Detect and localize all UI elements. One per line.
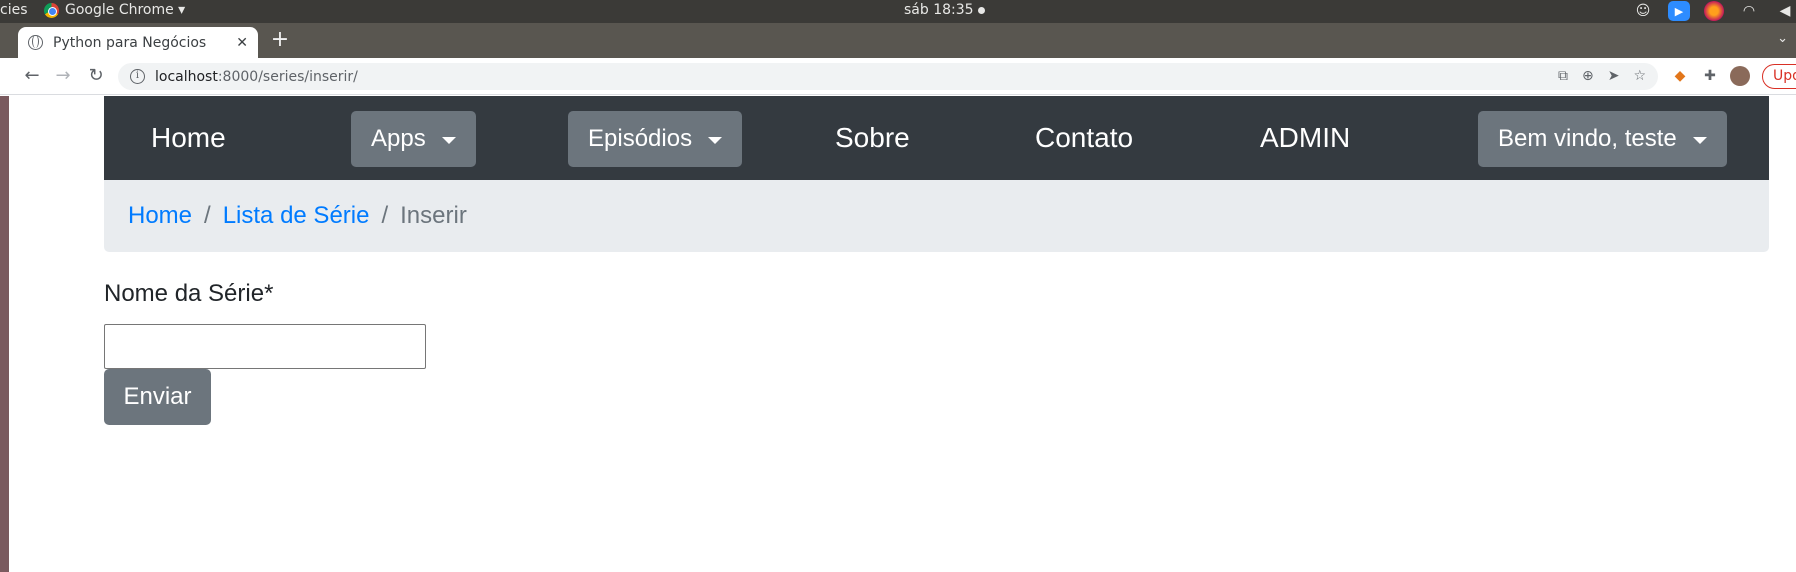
bookmark-star-icon[interactable]: ☆ [1633,68,1646,84]
forward-icon[interactable]: → [51,65,75,89]
serie-name-input[interactable] [104,324,426,369]
page-viewport: Home Apps Episódios Sobre Contato ADMIN … [0,96,1796,572]
tab-title: Python para Negócios [53,34,207,51]
profile-avatar[interactable] [1730,66,1750,86]
site-navbar: Home Apps Episódios Sobre Contato ADMIN … [104,96,1769,180]
browser-toolbar: ← → ↻ i localhost:8000/series/inserir/ ⧉… [0,58,1796,95]
system-tray: ☺ ▶ ◠ ◀ [1632,1,1796,21]
url-path: :8000/series/inserir/ [217,68,358,85]
metamask-icon[interactable]: ◆ [1670,66,1690,86]
globe-icon [28,35,43,50]
update-button[interactable]: Upd [1762,64,1796,89]
nav-apps-label: Apps [371,125,426,152]
zoom-icon[interactable]: ▶ [1668,1,1690,21]
flame-icon[interactable] [1704,1,1724,21]
url-host: localhost [155,68,218,85]
nav-episodios-label: Episódios [588,125,693,152]
nav-sobre-link[interactable]: Sobre [835,122,910,154]
breadcrumb-separator: / [381,202,389,229]
send-icon[interactable]: ➤ [1608,68,1620,84]
omnibox-actions: ⧉ ⊕ ➤ ☆ [1558,68,1646,84]
caret-down-icon [1692,136,1707,144]
breadcrumb-current: Inserir [400,202,467,229]
zoom-lens-icon[interactable]: ⊕ [1582,68,1594,84]
tab-search-icon[interactable]: ⌄ [1777,31,1788,46]
nav-apps-dropdown[interactable]: Apps [351,111,476,167]
people-icon[interactable]: ☺ [1632,1,1654,21]
volume-icon[interactable]: ◀ [1774,1,1796,21]
os-top-bar: cies Google Chrome ▾ sáb 18:35 ☺ ▶ ◠ ◀ [0,0,1796,23]
page-container: Home Apps Episódios Sobre Contato ADMIN … [104,96,1769,425]
nav-user-label: Bem vindo, teste [1498,125,1677,152]
new-tab-button[interactable]: + [268,27,292,55]
window-edge [0,96,9,572]
site-info-icon[interactable]: i [130,69,145,84]
tab-active[interactable]: Python para Negócios ✕ [18,27,258,58]
activities-button[interactable]: cies [0,2,28,18]
tab-strip: Python para Negócios ✕ + ⌄ [0,23,1796,58]
extensions-icon[interactable]: ✚ [1700,66,1720,86]
nav-home-link[interactable]: Home [151,122,226,154]
app-menu-label: Google Chrome ▾ [65,2,186,18]
nav-user-dropdown[interactable]: Bem vindo, teste [1478,111,1727,167]
caret-down-icon [708,136,723,144]
back-icon[interactable]: ← [20,65,44,89]
reload-icon[interactable]: ↻ [84,65,108,89]
clock[interactable]: sáb 18:35 [904,2,985,18]
breadcrumb-home[interactable]: Home [128,202,192,230]
app-menu[interactable]: Google Chrome ▾ [44,2,185,18]
clock-label: sáb 18:35 [904,2,974,18]
breadcrumb-lista[interactable]: Lista de Série [223,202,370,230]
caret-down-icon [441,136,456,144]
breadcrumb: Home / Lista de Série / Inserir [104,180,1769,252]
serie-name-label: Nome da Série* [104,280,274,307]
breadcrumb-separator: / [204,202,211,229]
nav-episodios-dropdown[interactable]: Episódios [568,111,743,167]
address-bar[interactable]: i localhost:8000/series/inserir/ ⧉ ⊕ ➤ ☆ [118,63,1658,90]
translate-icon[interactable]: ⧉ [1558,68,1568,84]
chrome-icon [44,2,59,18]
nav-contato-link[interactable]: Contato [1035,122,1133,154]
wifi-icon[interactable]: ◠ [1738,1,1760,21]
nav-admin-link[interactable]: ADMIN [1260,122,1350,154]
submit-button[interactable]: Enviar [104,369,211,425]
tab-close-icon[interactable]: ✕ [236,35,248,51]
notification-dot-icon [977,6,985,14]
